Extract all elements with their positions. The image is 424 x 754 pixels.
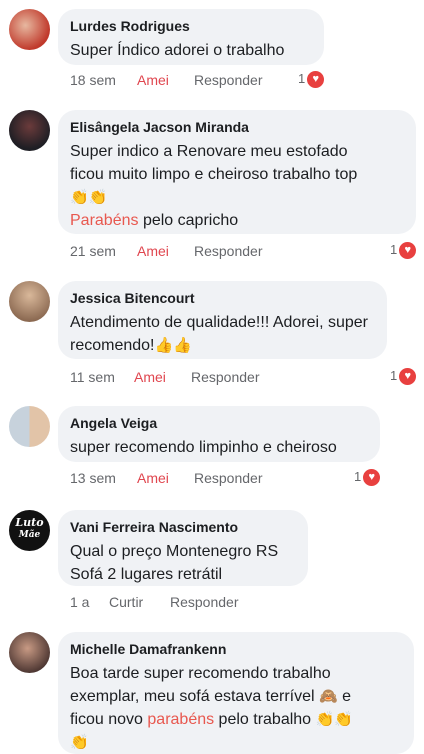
reply-button[interactable]: Responder: [194, 241, 263, 261]
reply-button[interactable]: Responder: [191, 367, 260, 387]
timestamp[interactable]: 21 sem: [70, 241, 116, 261]
text-line: exemplar, meu sofá estava terrível: [70, 688, 315, 705]
avatar-subtext: Mãe: [18, 530, 41, 540]
text-line: e: [337, 688, 352, 705]
text-line: Sofá 2 lugares retrátil: [70, 566, 223, 583]
reply-button[interactable]: Responder: [194, 468, 263, 488]
text-line: recomendo!: [70, 337, 155, 354]
reaction-count[interactable]: 1 ♥: [354, 468, 382, 488]
text-line: pelo capricho: [138, 212, 239, 229]
reaction-number: 1: [298, 71, 306, 86]
avatar[interactable]: [9, 406, 50, 447]
avatar[interactable]: [9, 9, 50, 50]
text-line: Boa tarde super recomendo trabalho: [70, 665, 331, 682]
thumbs-up-emoji: 👍👍: [154, 337, 192, 354]
author-name[interactable]: Angela Veiga: [70, 414, 368, 433]
love-button[interactable]: Amei: [137, 468, 169, 488]
text-line: Qual o preço Montenegro RS: [70, 543, 279, 560]
avatar[interactable]: [9, 281, 50, 322]
author-name[interactable]: Vani Ferreira Nascimento: [70, 518, 296, 537]
timestamp[interactable]: 13 sem: [70, 468, 116, 488]
heart-icon: ♥: [398, 367, 418, 387]
comment-bubble: Michelle Damafrankenn Boa tarde super re…: [58, 632, 414, 754]
clap-emoji: 👏👏: [315, 711, 353, 728]
timestamp[interactable]: 1 a: [70, 592, 89, 612]
avatar[interactable]: [9, 632, 50, 673]
text-line: pelo trabalho: [214, 711, 316, 728]
reply-button[interactable]: Responder: [194, 70, 263, 90]
clap-emoji: 👏👏: [70, 189, 108, 206]
timestamp[interactable]: 11 sem: [70, 367, 115, 387]
heart-icon: ♥: [306, 70, 326, 90]
comment-bubble: Lurdes Rodrigues Super Índico adorei o t…: [58, 9, 324, 65]
comment-text: Super indico a Renovare meu estofado fic…: [70, 140, 404, 232]
author-name[interactable]: Jessica Bitencourt: [70, 289, 375, 308]
author-name[interactable]: Michelle Damafrankenn: [70, 640, 402, 659]
comment-text: Super Índico adorei o trabalho: [70, 42, 285, 59]
heart-icon: ♥: [362, 468, 382, 488]
like-button[interactable]: Curtir: [109, 592, 143, 612]
timestamp[interactable]: 18 sem: [70, 70, 116, 90]
author-name[interactable]: Lurdes Rodrigues: [70, 17, 312, 36]
text-line: Super indico a Renovare meu estofado: [70, 143, 348, 160]
author-name[interactable]: Elisângela Jacson Miranda: [70, 118, 404, 137]
monkey-emoji: 🙈: [319, 688, 338, 705]
reaction-count[interactable]: 1 ♥: [390, 367, 418, 387]
text-line: Atendimento de qualidade!!! Adorei, supe…: [70, 314, 368, 331]
hashtag-link[interactable]: Parabéns: [70, 212, 139, 229]
heart-icon: ♥: [398, 241, 418, 261]
reaction-number: 1: [390, 242, 398, 257]
reaction-count[interactable]: 1 ♥: [390, 241, 418, 261]
comment-bubble: Jessica Bitencourt Atendimento de qualid…: [58, 281, 387, 359]
comment-text: Atendimento de qualidade!!! Adorei, supe…: [70, 311, 375, 357]
comment-bubble: Elisângela Jacson Miranda Super indico a…: [58, 110, 416, 234]
avatar[interactable]: Luto Mãe: [9, 510, 50, 551]
comment-bubble: Angela Veiga super recomendo limpinho e …: [58, 406, 380, 462]
love-button[interactable]: Amei: [137, 70, 169, 90]
love-button[interactable]: Amei: [134, 367, 166, 387]
avatar-text: Luto: [15, 516, 44, 529]
reaction-count[interactable]: 1 ♥: [298, 70, 326, 90]
text-line: ficou novo: [70, 711, 148, 728]
comment-text: Boa tarde super recomendo trabalho exemp…: [70, 662, 402, 754]
comment-text: Qual o preço Montenegro RS Sofá 2 lugare…: [70, 540, 296, 586]
clap-emoji: 👏: [70, 734, 89, 751]
reaction-number: 1: [390, 368, 398, 383]
reply-button[interactable]: Responder: [170, 592, 239, 612]
love-button[interactable]: Amei: [137, 241, 169, 261]
comment-text: super recomendo limpinho e cheiroso: [70, 439, 337, 456]
comment-bubble: Vani Ferreira Nascimento Qual o preço Mo…: [58, 510, 308, 586]
reaction-number: 1: [354, 469, 362, 484]
hashtag-link[interactable]: parabéns: [147, 711, 214, 728]
text-line: ficou muito limpo e cheiroso trabalho to…: [70, 166, 358, 183]
avatar[interactable]: [9, 110, 50, 151]
